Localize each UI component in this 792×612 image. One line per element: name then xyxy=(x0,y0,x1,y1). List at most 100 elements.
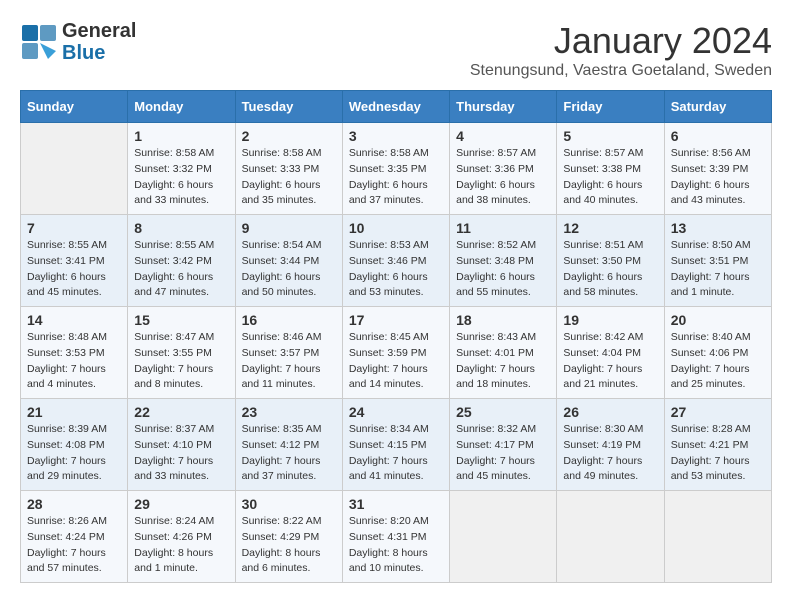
calendar-day-cell: 15 Sunrise: 8:47 AMSunset: 3:55 PMDayligh… xyxy=(128,307,235,399)
day-info: Sunrise: 8:57 AMSunset: 3:36 PMDaylight:… xyxy=(456,146,550,209)
day-info: Sunrise: 8:24 AMSunset: 4:26 PMDaylight:… xyxy=(134,514,228,577)
day-number: 12 xyxy=(563,220,657,236)
logo-blue: Blue xyxy=(62,42,136,64)
day-number: 1 xyxy=(134,128,228,144)
day-info: Sunrise: 8:57 AMSunset: 3:38 PMDaylight:… xyxy=(563,146,657,209)
day-number: 2 xyxy=(242,128,336,144)
weekday-header-cell: Monday xyxy=(128,91,235,123)
calendar-day-cell xyxy=(450,491,557,583)
day-info: Sunrise: 8:58 AMSunset: 3:33 PMDaylight:… xyxy=(242,146,336,209)
day-number: 9 xyxy=(242,220,336,236)
calendar-day-cell: 8 Sunrise: 8:55 AMSunset: 3:42 PMDaylight… xyxy=(128,215,235,307)
day-info: Sunrise: 8:51 AMSunset: 3:50 PMDaylight:… xyxy=(563,238,657,301)
title-block: January 2024 Stenungsund, Vaestra Goetal… xyxy=(470,20,772,80)
calendar-day-cell: 17 Sunrise: 8:45 AMSunset: 3:59 PMDayligh… xyxy=(342,307,449,399)
day-number: 23 xyxy=(242,404,336,420)
weekday-header-cell: Tuesday xyxy=(235,91,342,123)
calendar-body: 1Sunrise: 8:58 AMSunset: 3:32 PMDaylight… xyxy=(21,123,772,583)
day-number: 17 xyxy=(349,312,443,328)
calendar-week-row: 1Sunrise: 8:58 AMSunset: 3:32 PMDaylight… xyxy=(21,123,772,215)
day-info: Sunrise: 8:56 AMSunset: 3:39 PMDaylight:… xyxy=(671,146,765,209)
calendar-day-cell: 31Sunrise: 8:20 AMSunset: 4:31 PMDayligh… xyxy=(342,491,449,583)
day-number: 30 xyxy=(242,496,336,512)
calendar-week-row: 7 Sunrise: 8:55 AMSunset: 3:41 PMDaylight… xyxy=(21,215,772,307)
weekday-header-cell: Saturday xyxy=(664,91,771,123)
day-info: Sunrise: 8:30 AMSunset: 4:19 PMDaylight:… xyxy=(563,422,657,485)
day-number: 28 xyxy=(27,496,121,512)
day-info: Sunrise: 8:37 AMSunset: 4:10 PMDaylight:… xyxy=(134,422,228,485)
calendar-day-cell: 27 Sunrise: 8:28 AMSunset: 4:21 PMDayligh… xyxy=(664,399,771,491)
logo: General Blue xyxy=(20,20,136,64)
month-title: January 2024 xyxy=(470,20,772,62)
day-number: 11 xyxy=(456,220,550,236)
weekday-header-cell: Thursday xyxy=(450,91,557,123)
day-number: 27 xyxy=(671,404,765,420)
calendar-day-cell: 9 Sunrise: 8:54 AMSunset: 3:44 PMDaylight… xyxy=(235,215,342,307)
calendar-day-cell: 3Sunrise: 8:58 AMSunset: 3:35 PMDaylight… xyxy=(342,123,449,215)
calendar-day-cell: 18Sunrise: 8:43 AMSunset: 4:01 PMDayligh… xyxy=(450,307,557,399)
calendar-day-cell: 16Sunrise: 8:46 AMSunset: 3:57 PMDayligh… xyxy=(235,307,342,399)
calendar-day-cell: 7 Sunrise: 8:55 AMSunset: 3:41 PMDaylight… xyxy=(21,215,128,307)
day-info: Sunrise: 8:50 AMSunset: 3:51 PMDaylight:… xyxy=(671,238,765,301)
day-info: Sunrise: 8:32 AMSunset: 4:17 PMDaylight:… xyxy=(456,422,550,485)
weekday-header-cell: Sunday xyxy=(21,91,128,123)
calendar-day-cell: 1Sunrise: 8:58 AMSunset: 3:32 PMDaylight… xyxy=(128,123,235,215)
location-subtitle: Stenungsund, Vaestra Goetaland, Sweden xyxy=(470,62,772,80)
calendar-day-cell: 20Sunrise: 8:40 AMSunset: 4:06 PMDayligh… xyxy=(664,307,771,399)
day-info: Sunrise: 8:53 AMSunset: 3:46 PMDaylight:… xyxy=(349,238,443,301)
day-number: 19 xyxy=(563,312,657,328)
weekday-header-row: SundayMondayTuesdayWednesdayThursdayFrid… xyxy=(21,91,772,123)
calendar-day-cell: 11Sunrise: 8:52 AMSunset: 3:48 PMDayligh… xyxy=(450,215,557,307)
calendar-week-row: 28Sunrise: 8:26 AMSunset: 4:24 PMDayligh… xyxy=(21,491,772,583)
calendar-day-cell xyxy=(21,123,128,215)
day-number: 20 xyxy=(671,312,765,328)
day-info: Sunrise: 8:43 AMSunset: 4:01 PMDaylight:… xyxy=(456,330,550,393)
calendar-day-cell: 21 Sunrise: 8:39 AMSunset: 4:08 PMDayligh… xyxy=(21,399,128,491)
day-number: 29 xyxy=(134,496,228,512)
day-number: 26 xyxy=(563,404,657,420)
day-info: Sunrise: 8:35 AMSunset: 4:12 PMDaylight:… xyxy=(242,422,336,485)
calendar-table: SundayMondayTuesdayWednesdayThursdayFrid… xyxy=(20,90,772,583)
day-number: 6 xyxy=(671,128,765,144)
day-number: 31 xyxy=(349,496,443,512)
day-number: 5 xyxy=(563,128,657,144)
day-number: 13 xyxy=(671,220,765,236)
day-number: 8 xyxy=(134,220,228,236)
calendar-day-cell: 14Sunrise: 8:48 AMSunset: 3:53 PMDayligh… xyxy=(21,307,128,399)
weekday-header-cell: Friday xyxy=(557,91,664,123)
day-info: Sunrise: 8:55 AMSunset: 3:41 PMDaylight:… xyxy=(27,238,121,301)
day-info: Sunrise: 8:45 AMSunset: 3:59 PMDaylight:… xyxy=(349,330,443,393)
day-number: 24 xyxy=(349,404,443,420)
day-number: 14 xyxy=(27,312,121,328)
day-number: 22 xyxy=(134,404,228,420)
calendar-day-cell: 13 Sunrise: 8:50 AMSunset: 3:51 PMDayligh… xyxy=(664,215,771,307)
day-number: 21 xyxy=(27,404,121,420)
day-number: 25 xyxy=(456,404,550,420)
day-info: Sunrise: 8:47 AMSunset: 3:55 PMDaylight:… xyxy=(134,330,228,393)
calendar-day-cell: 12 Sunrise: 8:51 AMSunset: 3:50 PMDayligh… xyxy=(557,215,664,307)
day-info: Sunrise: 8:28 AMSunset: 4:21 PMDaylight:… xyxy=(671,422,765,485)
calendar-day-cell: 19Sunrise: 8:42 AMSunset: 4:04 PMDayligh… xyxy=(557,307,664,399)
day-info: Sunrise: 8:22 AMSunset: 4:29 PMDaylight:… xyxy=(242,514,336,577)
weekday-header-cell: Wednesday xyxy=(342,91,449,123)
calendar-week-row: 21 Sunrise: 8:39 AMSunset: 4:08 PMDayligh… xyxy=(21,399,772,491)
day-info: Sunrise: 8:54 AMSunset: 3:44 PMDaylight:… xyxy=(242,238,336,301)
day-number: 10 xyxy=(349,220,443,236)
day-info: Sunrise: 8:39 AMSunset: 4:08 PMDaylight:… xyxy=(27,422,121,485)
calendar-day-cell: 6 Sunrise: 8:56 AMSunset: 3:39 PMDaylight… xyxy=(664,123,771,215)
calendar-day-cell: 26 Sunrise: 8:30 AMSunset: 4:19 PMDayligh… xyxy=(557,399,664,491)
page-header: General Blue January 2024 Stenungsund, V… xyxy=(20,20,772,80)
calendar-day-cell: 25 Sunrise: 8:32 AMSunset: 4:17 PMDayligh… xyxy=(450,399,557,491)
calendar-day-cell xyxy=(557,491,664,583)
day-number: 7 xyxy=(27,220,121,236)
day-info: Sunrise: 8:55 AMSunset: 3:42 PMDaylight:… xyxy=(134,238,228,301)
logo-general: General xyxy=(62,20,136,42)
calendar-day-cell: 22 Sunrise: 8:37 AMSunset: 4:10 PMDayligh… xyxy=(128,399,235,491)
day-number: 16 xyxy=(242,312,336,328)
day-number: 15 xyxy=(134,312,228,328)
day-info: Sunrise: 8:58 AMSunset: 3:35 PMDaylight:… xyxy=(349,146,443,209)
day-number: 4 xyxy=(456,128,550,144)
calendar-day-cell: 30 Sunrise: 8:22 AMSunset: 4:29 PMDayligh… xyxy=(235,491,342,583)
calendar-day-cell: 28Sunrise: 8:26 AMSunset: 4:24 PMDayligh… xyxy=(21,491,128,583)
calendar-week-row: 14Sunrise: 8:48 AMSunset: 3:53 PMDayligh… xyxy=(21,307,772,399)
